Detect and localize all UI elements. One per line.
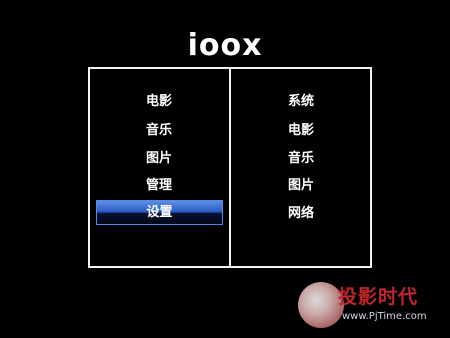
left-menu-item-settings-selected[interactable]: 设置 <box>96 200 223 225</box>
left-menu-item-manage[interactable]: 管理 <box>96 177 222 195</box>
watermark-title: 投影时代 <box>338 286 419 308</box>
watermark-url: www.PjTime.com <box>342 311 427 322</box>
left-menu-item-music[interactable]: 音乐 <box>96 122 222 140</box>
left-menu-item-photos[interactable]: 图片 <box>96 150 222 168</box>
right-menu-item-network[interactable]: 网络 <box>233 205 369 223</box>
right-menu-item-photos[interactable]: 图片 <box>233 177 369 195</box>
right-menu-item-system[interactable]: 系统 <box>233 93 369 111</box>
left-menu-item-settings-label: 设置 <box>146 205 173 220</box>
right-menu-item-movies[interactable]: 电影 <box>233 122 369 140</box>
left-menu-item-movies[interactable]: 电影 <box>96 93 222 111</box>
right-menu-item-music[interactable]: 音乐 <box>233 150 369 168</box>
menu-divider <box>229 67 231 268</box>
ioox-logo: ioox <box>187 28 263 63</box>
